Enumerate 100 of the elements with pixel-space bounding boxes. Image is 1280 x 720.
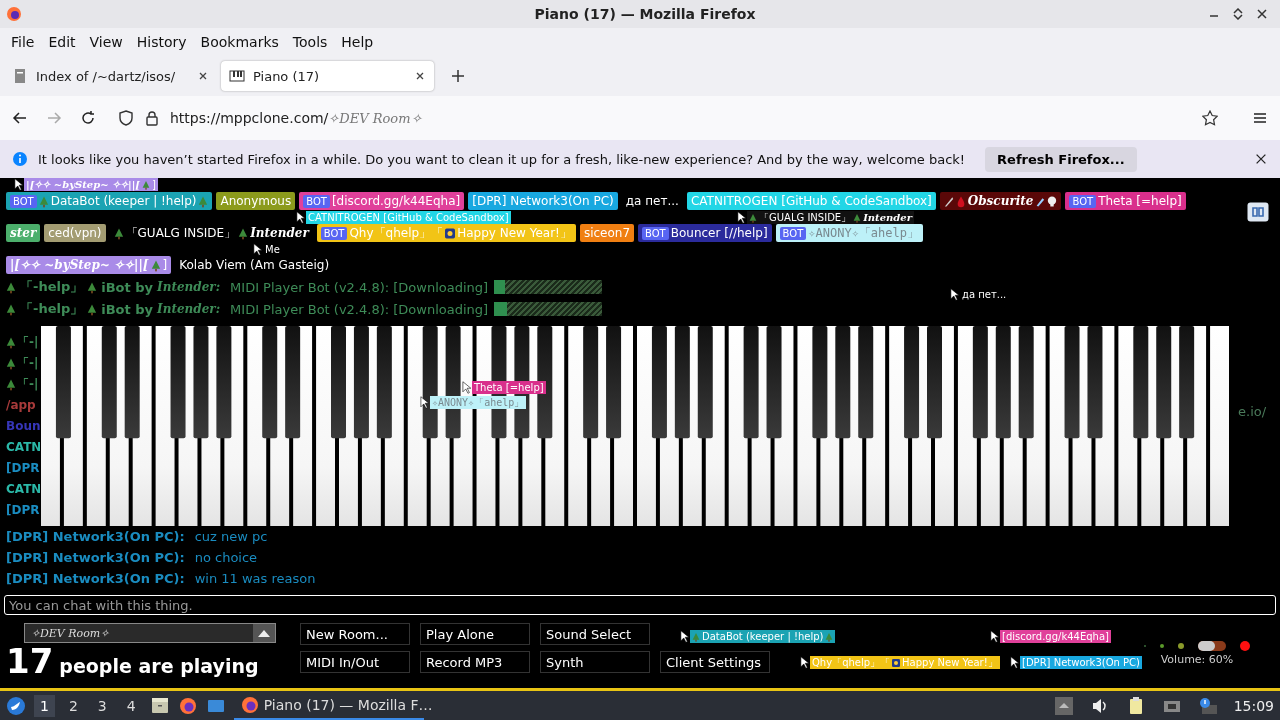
user-tag[interactable]: BOT [discord.gg/k44Eqha]	[299, 192, 465, 210]
user-name: да пет...	[625, 194, 679, 208]
menu-item[interactable]: File	[4, 34, 42, 50]
cursor-name: |[✧✧ ~byStep~ ✧✧||[	[26, 179, 141, 190]
chat-name: CATN	[6, 482, 40, 496]
cursor-name: CATNITROGEN [GitHub & CodeSandbox]	[308, 212, 509, 223]
cursor-name: [discord.gg/k44Eqha]	[1002, 631, 1109, 642]
cursor-name: Intender	[863, 212, 912, 223]
user-tag[interactable]: BOT Qhy「qhelp」「 Happy New Year!」	[316, 224, 576, 242]
tree-icon	[6, 302, 16, 316]
chat-name: [DPR	[6, 503, 40, 517]
user-tag[interactable]: Obscurite	[939, 192, 1062, 210]
new-tab-icon[interactable]	[450, 68, 466, 84]
notification-text: It looks like you haven’t started Firefox in a while. Do you want to clean it up for a fresh, like-new experience? And by the way, welcome back!	[38, 151, 966, 167]
workspace-button[interactable]: 2	[62, 694, 84, 717]
menu-button[interactable]: New Room...	[300, 623, 410, 645]
url-text: https://mppclone.com/✧DEV Room✧	[170, 110, 422, 126]
chat-name: /app	[6, 398, 36, 412]
menu-button[interactable]: Client Settings	[660, 651, 770, 673]
chat-name: Intender:	[157, 280, 221, 294]
cursor-name: да пет...	[962, 289, 1007, 300]
cursor-name: Theta [=help]	[474, 382, 544, 393]
firefox-icon	[6, 6, 22, 22]
user-name: Qhy「qhelp」「	[349, 224, 444, 242]
menu-item[interactable]: Help	[334, 34, 381, 50]
user-name: CATNITROGEN [GitHub & CodeSandbox]	[690, 194, 932, 208]
tree-icon	[749, 212, 757, 223]
menu-item[interactable]: Bookmarks	[193, 34, 286, 50]
close-icon[interactable]	[1254, 152, 1268, 166]
tree-icon	[198, 194, 209, 208]
menu-item[interactable]: View	[82, 34, 130, 50]
cursor-icon	[950, 288, 959, 301]
user-name: ✧ANONY✧「ahelp」	[808, 224, 919, 242]
lock-icon[interactable]	[144, 110, 160, 126]
user-name: siceon7	[583, 226, 631, 240]
menu-icon[interactable]	[1252, 110, 1268, 126]
file-manager-icon[interactable]	[149, 695, 170, 716]
menu-button[interactable]: Sound Select	[540, 623, 650, 645]
bot-badge: BOT	[642, 226, 669, 240]
tab-label: Index of /~dartz/isos/	[36, 68, 176, 84]
reload-icon[interactable]	[80, 110, 96, 126]
user-tag[interactable]: BOT Theta [=help]	[1065, 192, 1186, 210]
window-title: Piano (17) — Mozilla Firefox	[534, 6, 756, 22]
cursor-name: Qhy「qhelp」「	[812, 655, 891, 670]
chat-name: 「-help」	[20, 300, 84, 318]
bookmark-star-icon[interactable]	[1202, 110, 1218, 126]
bot-badge: BOT	[303, 194, 330, 208]
chat-name: CATN	[6, 440, 40, 454]
chat-message: cuz new pc	[194, 529, 268, 544]
cursor-name: DataBot (keeper | !help)	[702, 631, 824, 642]
menu-button[interactable]: Play Alone	[420, 623, 530, 645]
user-tag[interactable]: BOT Bouncer [//help]	[638, 224, 772, 242]
menu-button[interactable]: Record MP3	[420, 651, 530, 673]
user-tag[interactable]: BOT DataBot (keeper | !help)	[6, 192, 213, 210]
chat-name: 「-|	[17, 355, 39, 371]
menu-button[interactable]: MIDI In/Out	[300, 651, 410, 673]
chat-input[interactable]: You can chat with this thing.	[4, 595, 1276, 615]
user-name: Intender	[250, 226, 309, 240]
alert-icon[interactable]	[1197, 695, 1218, 716]
browser-tab[interactable]: Index of /~dartz/isos/	[4, 61, 217, 91]
close-icon[interactable]	[1256, 8, 1268, 20]
menu-item[interactable]: Tools	[285, 34, 335, 50]
workspace-button[interactable]: 4	[120, 694, 142, 717]
firework-icon	[892, 657, 901, 668]
cursor-name: Happy New Year!」	[902, 655, 998, 670]
cursor-name: ]	[152, 179, 156, 190]
shield-icon[interactable]	[118, 110, 134, 126]
chat-message: MIDI Player Bot (v2.4.8): [Downloading]	[230, 279, 489, 295]
players-label: people are playing	[59, 655, 259, 677]
chat-message: MIDI Player Bot (v2.4.8): [Downloading]	[230, 301, 489, 317]
close-icon[interactable]	[197, 70, 209, 82]
keyboard-layout-icon[interactable]	[1247, 202, 1269, 222]
user-tag[interactable]: BOT ✧ANONY✧「ahelp」	[775, 224, 923, 242]
workspace-button[interactable]: 3	[91, 694, 113, 717]
caret-icon	[253, 624, 275, 642]
player-count: 17	[6, 644, 54, 678]
room-select[interactable]: ✧DEV Room✧	[24, 623, 276, 643]
bird-logo-icon[interactable]	[6, 695, 26, 716]
piano-keyboard[interactable]	[40, 326, 1232, 526]
menu-item[interactable]: Edit	[41, 34, 83, 50]
tree-icon	[113, 226, 124, 240]
restore-icon[interactable]	[1232, 8, 1244, 20]
tree-icon	[692, 631, 700, 642]
menu-button[interactable]: Synth	[540, 651, 650, 673]
drop-icon	[955, 194, 966, 208]
firefox-icon[interactable]	[177, 695, 198, 716]
chat-name: Intender:	[157, 302, 221, 316]
user-name: Anonymous	[220, 194, 292, 208]
chat-message: e.io/	[1238, 404, 1267, 419]
workspace-button[interactable]: 1	[34, 694, 55, 717]
menu-item[interactable]: History	[129, 34, 194, 50]
refresh-firefox-button[interactable]: Refresh Firefox...	[985, 146, 1137, 172]
back-icon[interactable]	[12, 110, 28, 126]
chat-name: 「-help」	[20, 278, 84, 296]
user-name: |[✧✧ ~byStep~ ✧✧||[	[10, 258, 149, 272]
browser-tab[interactable]: Piano (17)	[221, 61, 434, 91]
close-icon[interactable]	[414, 70, 426, 82]
chat-name: [DPR] Network3(On PC):	[6, 571, 185, 586]
cursor-name: 「GUALG INSIDE」	[759, 210, 852, 225]
eject-icon[interactable]	[1053, 695, 1074, 716]
